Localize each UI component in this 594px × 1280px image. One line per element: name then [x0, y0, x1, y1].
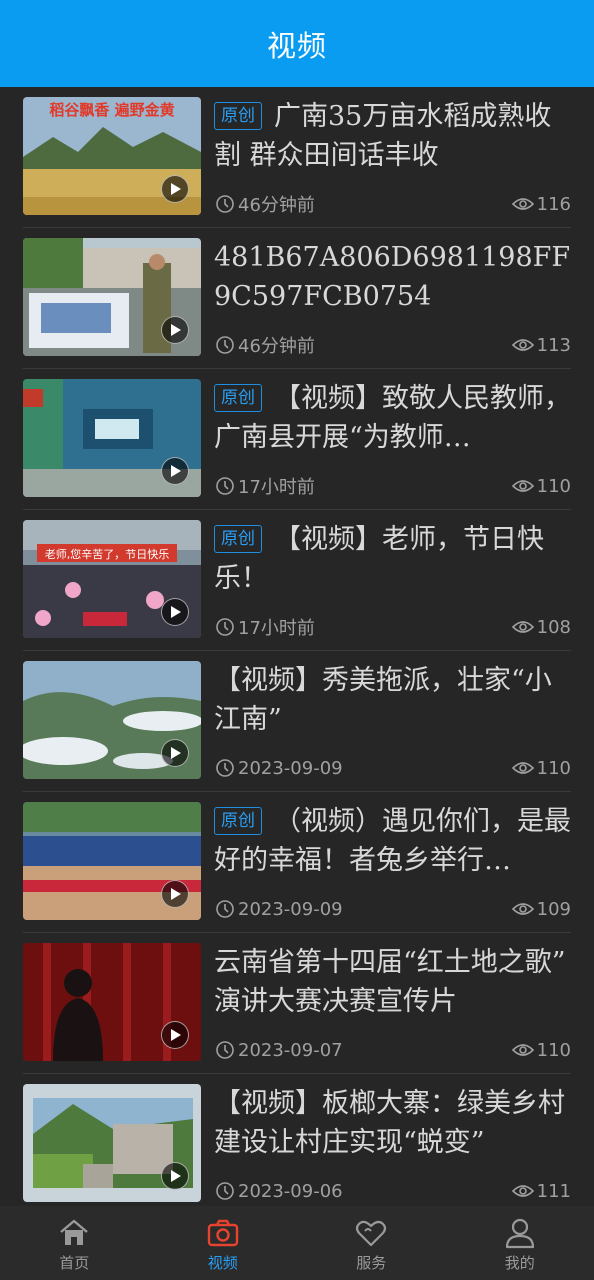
eye-icon — [511, 1044, 534, 1056]
clock-icon — [216, 1041, 234, 1059]
eye-icon — [511, 762, 534, 774]
play-icon — [161, 739, 189, 767]
video-thumbnail[interactable] — [23, 661, 201, 779]
video-thumbnail[interactable] — [23, 1084, 201, 1202]
video-title: 原创 广南35万亩水稻成熟收割 群众田间话丰收 — [214, 101, 552, 171]
tab-mine[interactable]: 我的 — [446, 1206, 594, 1280]
tab-service[interactable]: 服务 — [297, 1206, 446, 1280]
tab-label: 服务 — [356, 1253, 387, 1272]
video-thumbnail[interactable] — [23, 943, 201, 1061]
video-title: 原创 （视频）遇见你们，是最好的幸福！者兔乡举行… — [214, 806, 571, 876]
eye-icon — [511, 621, 534, 633]
eye-icon — [511, 480, 534, 492]
heart-icon — [356, 1220, 387, 1246]
video-title: 【视频】板榔大寨：绿美乡村建设让村庄实现“蜕变” — [214, 1088, 565, 1158]
tab-home[interactable]: 首页 — [0, 1206, 149, 1280]
play-icon — [161, 1021, 189, 1049]
home-icon — [60, 1219, 89, 1245]
publish-time: 2023-09-09 — [238, 898, 343, 920]
tab-label: 首页 — [59, 1253, 90, 1272]
user-icon — [505, 1218, 534, 1248]
video-title: 原创 【视频】老师，节日快乐！ — [214, 524, 544, 594]
clock-icon — [216, 1182, 234, 1200]
video-item[interactable]: 原创 【视频】致敬人民教师，广南县开展“为教师… 17小时前 110 — [0, 369, 594, 510]
svg-text:稻谷飘香 遍野金黄: 稻谷飘香 遍野金黄 — [49, 101, 174, 119]
video-thumbnail[interactable]: 老师,您辛苦了，节日快乐 — [23, 520, 201, 638]
publish-time: 46分钟前 — [238, 195, 315, 216]
publish-time: 17小时前 — [238, 477, 315, 498]
bottom-tab-bar: 首页 视频 服务 我的 — [0, 1206, 594, 1280]
video-thumbnail[interactable] — [23, 238, 201, 356]
original-tag: 原创 — [214, 102, 262, 130]
video-item[interactable]: 原创 （视频）遇见你们，是最好的幸福！者兔乡举行… 2023-09-09 109 — [0, 792, 594, 933]
video-title: 【视频】秀美拖派，壮家“小江南” — [214, 665, 552, 735]
clock-icon — [216, 759, 234, 777]
video-item[interactable]: 【视频】板榔大寨：绿美乡村建设让村庄实现“蜕变” 2023-09-06 111 — [0, 1074, 594, 1206]
eye-icon — [511, 198, 534, 210]
video-item[interactable]: 稻谷飘香 遍野金黄 原创 广南35万亩水稻成熟收割 群众田间话丰收 46分钟前 1… — [0, 87, 594, 228]
publish-time: 46分钟前 — [238, 336, 315, 357]
clock-icon — [216, 618, 234, 636]
view-count: 108 — [536, 616, 571, 638]
clock-icon — [216, 900, 234, 918]
view-count: 110 — [536, 1039, 571, 1061]
video-thumbnail[interactable] — [23, 802, 201, 920]
eye-icon — [511, 903, 534, 915]
eye-icon — [511, 1185, 534, 1197]
view-count: 110 — [536, 475, 571, 497]
tab-video[interactable]: 视频 — [149, 1206, 298, 1280]
view-count: 116 — [536, 193, 571, 215]
view-count: 113 — [536, 334, 571, 356]
clock-icon — [216, 195, 234, 213]
publish-time: 2023-09-09 — [238, 757, 343, 779]
video-title: 481B67A806D6981198FF9C597FCB0754 — [214, 242, 571, 312]
play-icon — [161, 316, 189, 344]
top-bar: 视频 — [0, 0, 594, 87]
play-icon — [161, 880, 189, 908]
view-count: 110 — [536, 757, 571, 779]
original-tag: 原创 — [214, 384, 262, 412]
svg-text:老师,您辛苦了，节日快乐: 老师,您辛苦了，节日快乐 — [45, 547, 170, 561]
original-tag: 原创 — [214, 807, 262, 835]
video-item[interactable]: 481B67A806D6981198FF9C597FCB0754 46分钟前 1… — [0, 228, 594, 369]
eye-icon — [511, 339, 534, 351]
video-title: 原创 【视频】致敬人民教师，广南县开展“为教师… — [214, 383, 571, 453]
camera-icon — [207, 1219, 238, 1246]
publish-time: 2023-09-07 — [238, 1039, 343, 1061]
play-icon — [161, 598, 189, 626]
publish-time: 17小时前 — [238, 618, 315, 639]
video-thumbnail[interactable]: 稻谷飘香 遍野金黄 — [23, 97, 201, 215]
tab-label: 我的 — [504, 1253, 535, 1272]
video-item[interactable]: 【视频】秀美拖派，壮家“小江南” 2023-09-09 110 — [0, 651, 594, 792]
view-count: 111 — [536, 1180, 571, 1202]
video-item[interactable]: 云南省第十四届“红土地之歌” 演讲大赛决赛宣传片 2023-09-07 110 — [0, 933, 594, 1074]
play-icon — [161, 457, 189, 485]
play-icon — [161, 1162, 189, 1190]
clock-icon — [216, 477, 234, 495]
publish-time: 2023-09-06 — [238, 1180, 343, 1202]
original-tag: 原创 — [214, 525, 262, 553]
clock-icon — [216, 336, 234, 354]
video-item[interactable]: 老师,您辛苦了，节日快乐 原创 【视频】老师，节日快乐！ 17小时前 108 — [0, 510, 594, 651]
video-list[interactable]: 稻谷飘香 遍野金黄 原创 广南35万亩水稻成熟收割 群众田间话丰收 46分钟前 1… — [0, 87, 594, 1206]
view-count: 109 — [536, 898, 571, 920]
page-title: 视频 — [266, 28, 327, 63]
video-thumbnail[interactable] — [23, 379, 201, 497]
video-title: 云南省第十四届“红土地之歌” 演讲大赛决赛宣传片 — [214, 947, 566, 1017]
play-icon — [161, 175, 189, 203]
tab-label: 视频 — [207, 1253, 238, 1272]
